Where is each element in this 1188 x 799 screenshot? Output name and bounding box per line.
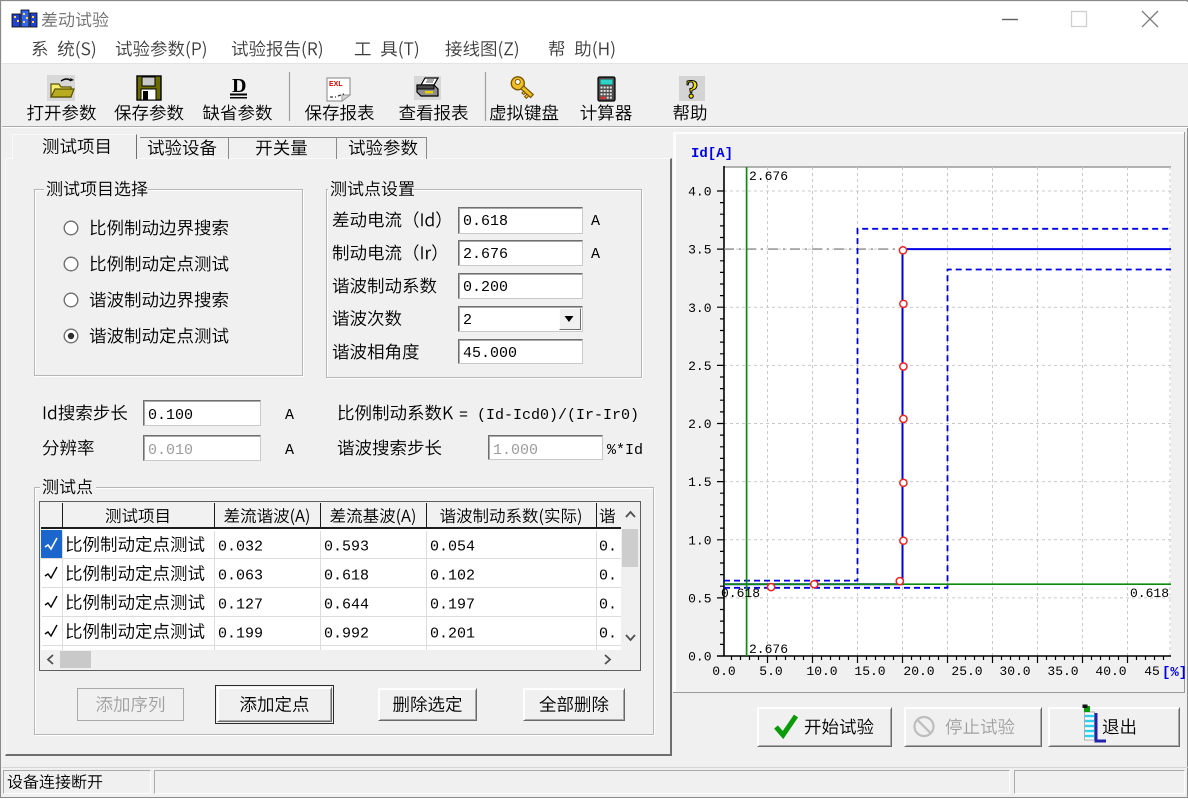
svg-text:45: 45 bbox=[1144, 664, 1160, 679]
svg-text:2.676: 2.676 bbox=[749, 642, 788, 657]
svg-text:3.0: 3.0 bbox=[688, 301, 711, 316]
svg-text:4.0: 4.0 bbox=[688, 185, 711, 200]
svg-text:3.5: 3.5 bbox=[688, 243, 711, 258]
svg-text:Id[A]: Id[A] bbox=[691, 146, 733, 162]
svg-text:2.0: 2.0 bbox=[688, 417, 711, 432]
svg-text:0.0: 0.0 bbox=[712, 664, 735, 679]
svg-text:0.0: 0.0 bbox=[688, 650, 711, 665]
svg-text:20.0: 20.0 bbox=[903, 664, 934, 679]
svg-text:0.618: 0.618 bbox=[721, 586, 760, 601]
svg-text:30.0: 30.0 bbox=[999, 664, 1030, 679]
svg-text:1.0: 1.0 bbox=[688, 533, 711, 548]
svg-text:0.5: 0.5 bbox=[688, 591, 711, 606]
svg-text:35.0: 35.0 bbox=[1047, 664, 1078, 679]
svg-text:15.0: 15.0 bbox=[854, 664, 885, 679]
svg-text:10.0: 10.0 bbox=[806, 664, 837, 679]
svg-text:25.0: 25.0 bbox=[951, 664, 982, 679]
svg-text:2.5: 2.5 bbox=[688, 359, 711, 374]
svg-text:2.676: 2.676 bbox=[749, 169, 788, 184]
svg-text:5.0: 5.0 bbox=[759, 664, 782, 679]
svg-text:1.5: 1.5 bbox=[688, 475, 711, 490]
svg-text:40.0: 40.0 bbox=[1095, 664, 1126, 679]
svg-text:0.618: 0.618 bbox=[1130, 586, 1169, 601]
